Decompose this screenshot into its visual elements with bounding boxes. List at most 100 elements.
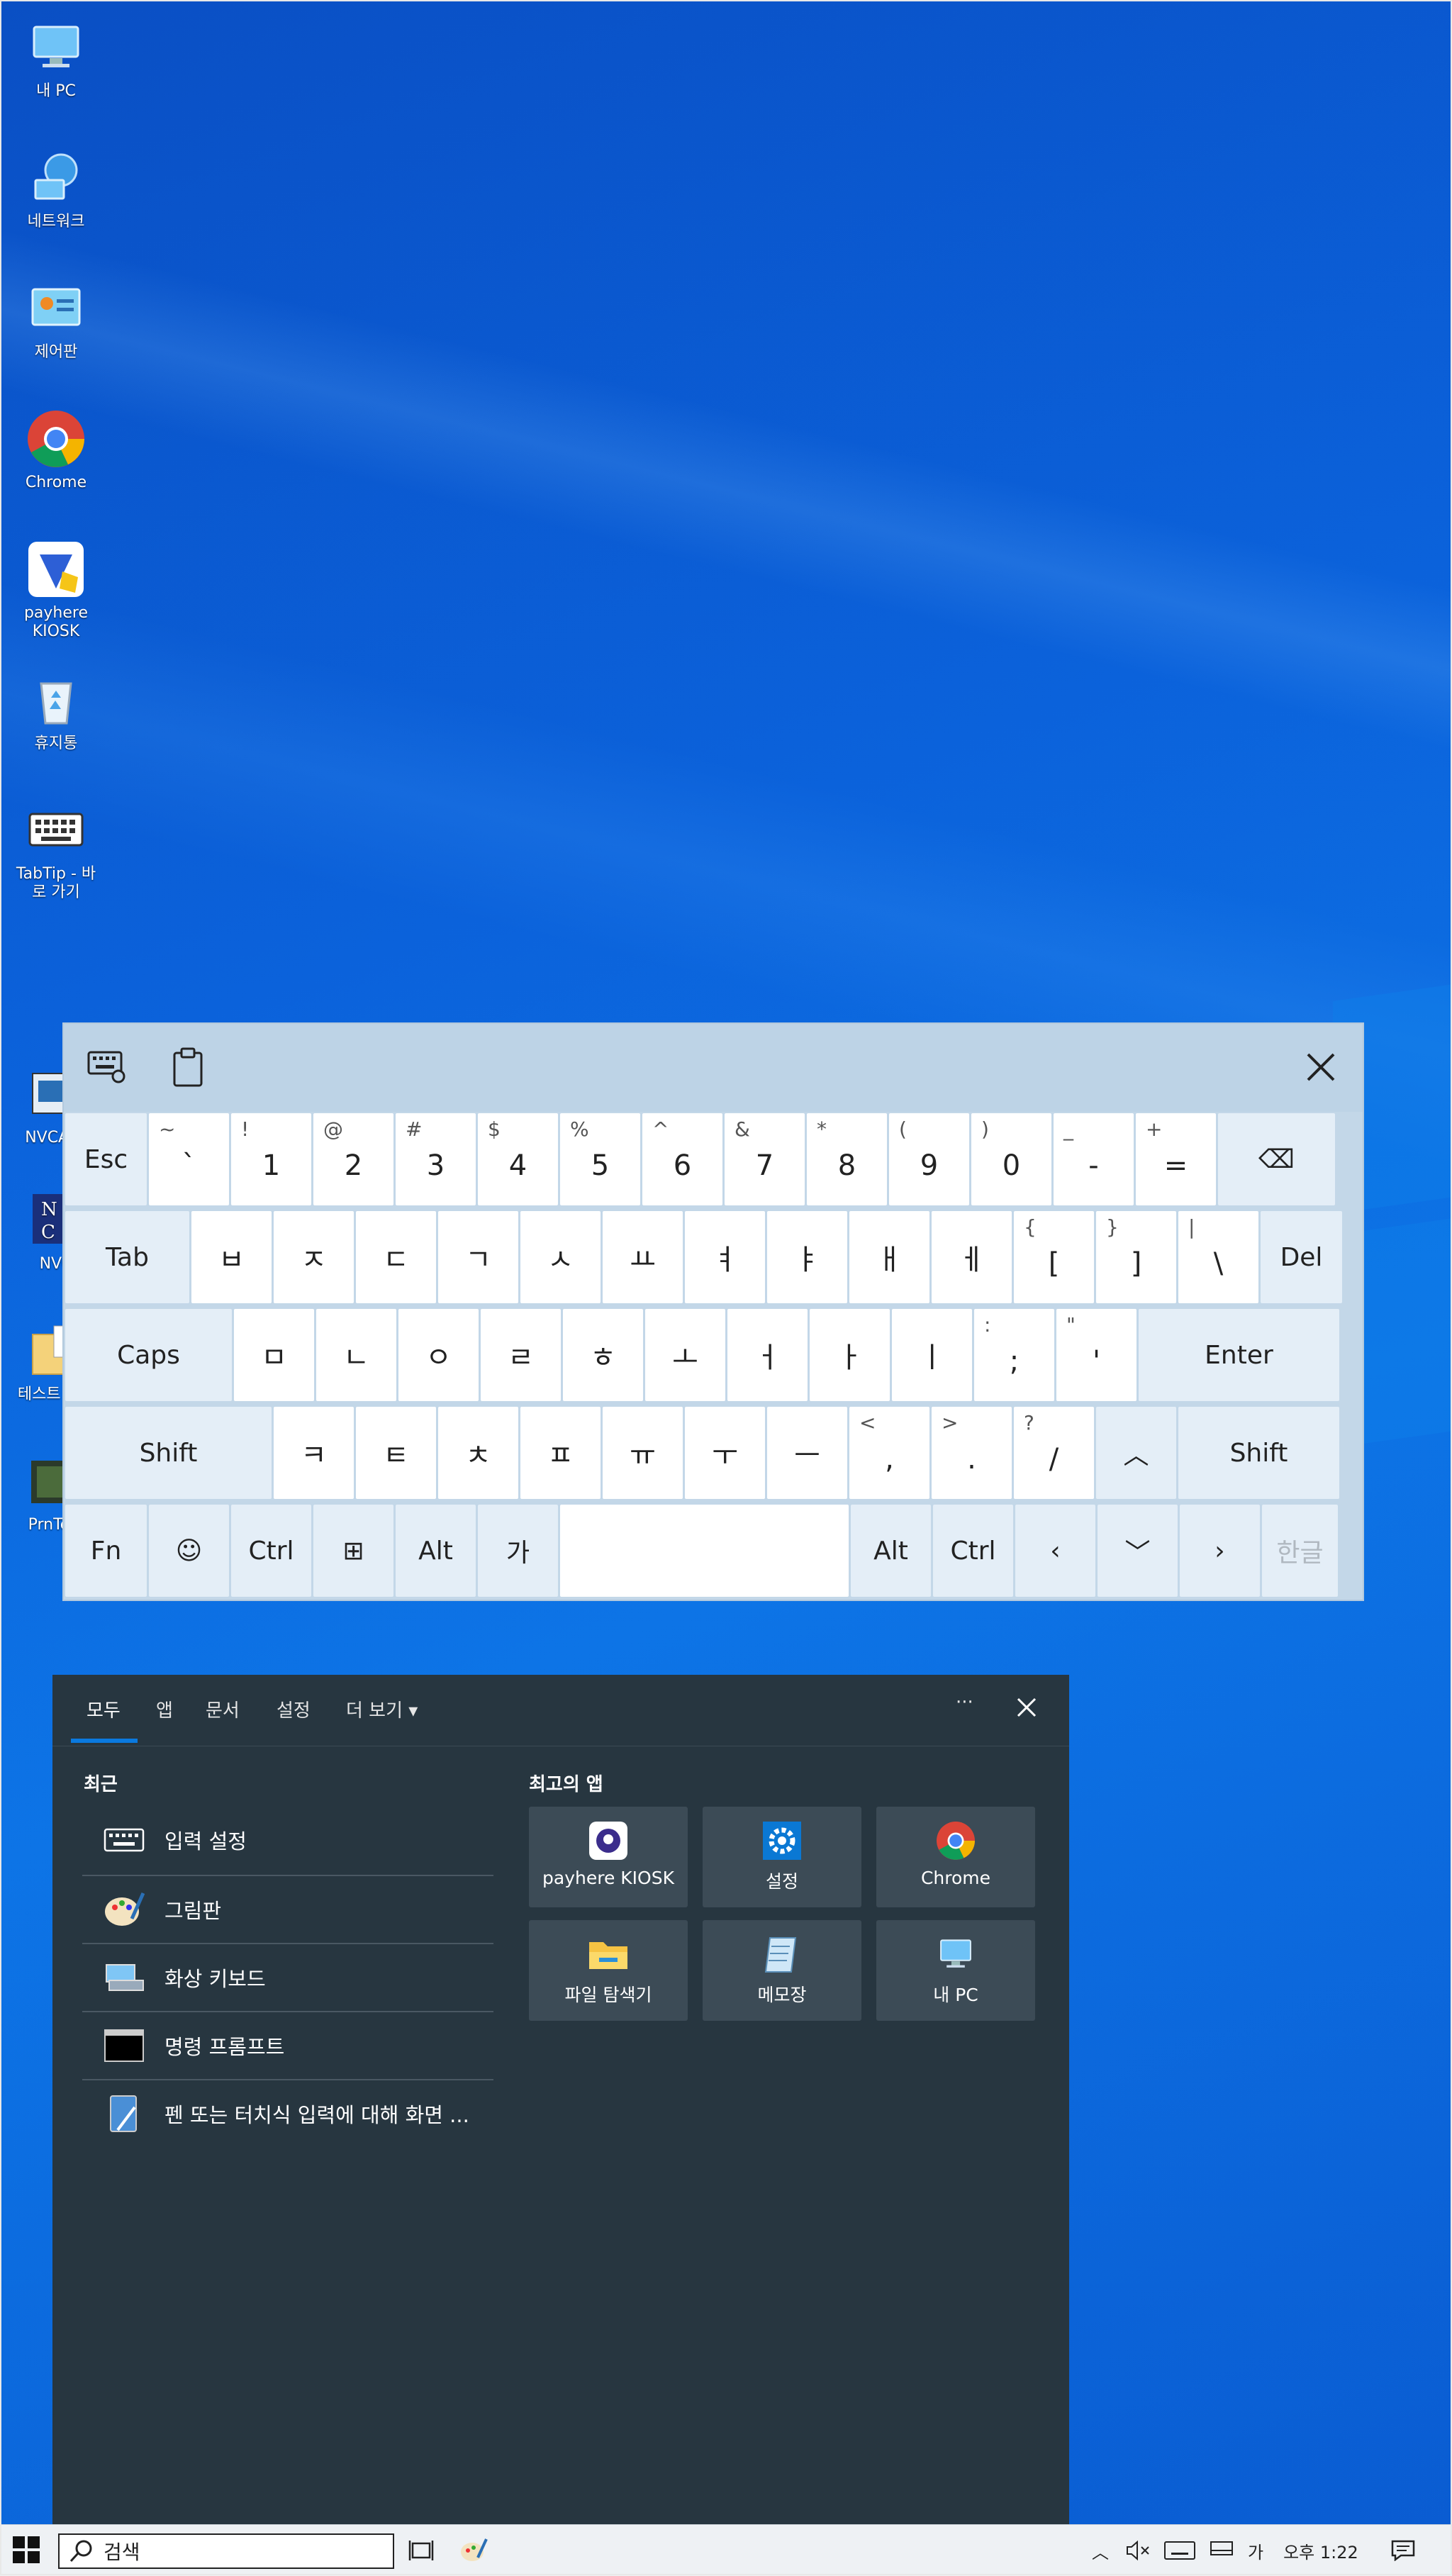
desktop-icon-tabtip[interactable]: TabTip - 바로 가기 (10, 800, 102, 902)
clipboard-icon[interactable] (164, 1042, 214, 1092)
key[interactable]: ^ 6 (642, 1113, 722, 1205)
key[interactable]: ㅐ (849, 1211, 929, 1303)
desktop-icon-recycle-bin[interactable]: 휴지통 (10, 669, 102, 753)
key[interactable]: Ctrl (231, 1505, 311, 1597)
notification-icon[interactable] (1391, 2540, 1415, 2561)
key[interactable]: ☺ (149, 1505, 229, 1597)
key[interactable]: Enter (1139, 1309, 1339, 1401)
key[interactable]: #3 (396, 1113, 476, 1205)
key[interactable]: Shift (65, 1407, 272, 1499)
tab-more[interactable]: 더 보기 ▾ (346, 1696, 418, 1722)
key[interactable]: ‹ (1015, 1505, 1095, 1597)
top-app-tile[interactable]: 메모장 (703, 1920, 861, 2021)
recent-item[interactable]: 그림판 (82, 1876, 493, 1943)
key[interactable]: $4 (478, 1113, 558, 1205)
key[interactable]: >. (932, 1407, 1012, 1499)
key[interactable]: & 7 (725, 1113, 805, 1205)
recent-item[interactable]: 펜 또는 터치식 입력에 대해 화면 ... (82, 2080, 493, 2147)
key[interactable]: ﹀ (1098, 1505, 1178, 1597)
key[interactable]: ! 1 (231, 1113, 311, 1205)
key[interactable]: Caps (65, 1309, 232, 1401)
key[interactable]: Alt (396, 1505, 476, 1597)
key[interactable]: | \ (1178, 1211, 1258, 1303)
key[interactable]: " ' (1056, 1309, 1137, 1401)
key[interactable]: <, (849, 1407, 929, 1499)
key[interactable]: ㅛ (603, 1211, 683, 1303)
key[interactable]: ㅗ (645, 1309, 725, 1401)
key[interactable]: ㅍ (520, 1407, 601, 1499)
key[interactable]: ㅣ (892, 1309, 972, 1401)
paint-taskbar-icon[interactable] (459, 2536, 488, 2567)
desktop-icon-my-pc[interactable]: 내 PC (10, 17, 102, 101)
key[interactable]: + = (1136, 1113, 1216, 1205)
key[interactable] (560, 1505, 849, 1597)
key[interactable]: ) 0 (971, 1113, 1051, 1205)
key[interactable]: ㅜ (685, 1407, 765, 1499)
key[interactable]: Alt (851, 1505, 931, 1597)
key[interactable]: Esc (65, 1113, 147, 1205)
key[interactable]: ㅇ (398, 1309, 479, 1401)
key[interactable]: ㅌ (356, 1407, 436, 1499)
top-app-tile[interactable]: 파일 탐색기 (529, 1920, 688, 2021)
desktop-icon-chrome[interactable]: Chrome (10, 408, 102, 492)
key[interactable]: ㄹ (481, 1309, 561, 1401)
task-view-icon[interactable] (408, 2538, 434, 2566)
key[interactable]: ㄱ (438, 1211, 518, 1303)
key[interactable]: › (1180, 1505, 1260, 1597)
key[interactable]: Ctrl (933, 1505, 1013, 1597)
taskbar-search-box[interactable] (58, 2533, 394, 2569)
key[interactable]: 가 (478, 1505, 558, 1597)
key[interactable]: (9 (889, 1113, 969, 1205)
recent-item[interactable]: 화상 키보드 (82, 1944, 493, 2011)
tab-all[interactable]: 모두 (86, 1696, 121, 1722)
key[interactable]: ㅊ (438, 1407, 518, 1499)
recent-item[interactable]: 명령 프롬프트 (82, 2012, 493, 2079)
key[interactable]: ㅓ (727, 1309, 808, 1401)
volume-muted-icon[interactable] (1126, 2540, 1150, 2561)
key[interactable]: Del (1261, 1211, 1342, 1303)
keyboard-close-icon[interactable] (1296, 1042, 1346, 1092)
key[interactable]: * 8 (807, 1113, 887, 1205)
key[interactable]: ㅎ (563, 1309, 643, 1401)
key[interactable]: ㅁ (234, 1309, 314, 1401)
key[interactable]: ㅑ (767, 1211, 847, 1303)
top-app-tile[interactable]: 설정 (703, 1807, 861, 1907)
top-app-tile[interactable]: 내 PC (876, 1920, 1035, 2021)
tab-documents[interactable]: 문서 (206, 1696, 240, 1722)
desktop-icon-control-panel[interactable]: 제어판 (10, 278, 102, 362)
key[interactable]: ㅠ (603, 1407, 683, 1499)
key[interactable]: ㅋ (274, 1407, 354, 1499)
desktop-icon-payhere[interactable]: payhere KIOSK (10, 539, 102, 641)
key[interactable]: ? / (1014, 1407, 1094, 1499)
ime-indicator[interactable]: 가 (1248, 2538, 1263, 2563)
start-button[interactable] (13, 2536, 40, 2563)
clock[interactable]: 오후 1:22 (1283, 2538, 1358, 2563)
recent-item[interactable]: 입력 설정 (82, 1807, 493, 1873)
tab-apps[interactable]: 앱 (156, 1696, 173, 1722)
search-input[interactable] (102, 2538, 374, 2564)
top-app-tile[interactable]: Chrome (876, 1807, 1035, 1907)
key[interactable]: ㅡ (767, 1407, 847, 1499)
more-options-icon[interactable]: ··· (956, 1692, 973, 1713)
key[interactable]: ︿ (1096, 1407, 1176, 1499)
key[interactable]: ㅕ (685, 1211, 765, 1303)
key[interactable]: 한글 (1262, 1505, 1338, 1597)
key[interactable]: Fn (65, 1505, 147, 1597)
key[interactable]: ㅅ (520, 1211, 601, 1303)
key[interactable]: ㅏ (810, 1309, 890, 1401)
key[interactable]: Tab (65, 1211, 189, 1303)
touch-keyboard-tray-icon[interactable] (1164, 2541, 1195, 2560)
chevron-up-icon[interactable]: ︿ (1092, 2538, 1109, 2563)
key[interactable]: % 5 (560, 1113, 640, 1205)
key[interactable]: ~ ` (149, 1113, 229, 1205)
key[interactable]: {[ (1014, 1211, 1094, 1303)
key[interactable]: }] (1096, 1211, 1176, 1303)
close-icon[interactable] (1015, 1696, 1038, 1722)
key[interactable]: ⊞ (313, 1505, 393, 1597)
tab-settings[interactable]: 설정 (277, 1696, 311, 1722)
key[interactable]: ⌫ (1218, 1113, 1335, 1205)
key[interactable]: ㅔ (932, 1211, 1012, 1303)
desktop-icon-network[interactable]: 네트워크 (10, 147, 102, 231)
top-app-tile[interactable]: payhere KIOSK (529, 1807, 688, 1907)
key[interactable]: ㄴ (316, 1309, 396, 1401)
